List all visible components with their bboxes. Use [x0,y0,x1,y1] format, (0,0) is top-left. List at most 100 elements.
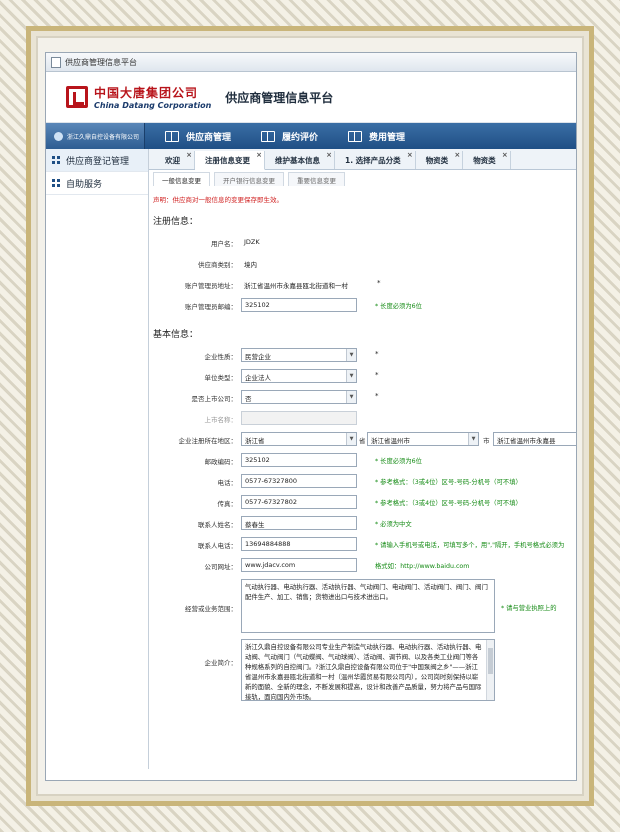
scrollbar-thumb[interactable] [488,648,493,674]
textarea-scrollbar[interactable] [486,640,494,700]
close-icon[interactable]: × [186,151,192,159]
close-icon[interactable]: × [407,151,413,159]
tab-label: 注册信息变更 [205,155,250,165]
fax-label: 传真： [217,500,238,508]
tab-label: 1. 选择产品分类 [345,155,401,165]
tab-maintain-basic-info[interactable]: 维护基本信息 × [265,151,335,169]
contact-name-label: 联系人姓名： [198,521,237,529]
business-scope-textarea[interactable]: 气动执行器、电动执行器、活动执行器、气动阀门、电动阀门、活动阀门、阀门、阀门配件… [241,579,495,633]
listed-name-label: 上市名称： [204,416,238,424]
sidebar-item-label: 供应商登记管理 [66,156,130,167]
province-select[interactable]: 浙江省 ▼ [241,432,357,446]
top-navbar: 浙江久鼎自控设备有限公司 供应商管理 履约评价 费用管理 [46,123,576,149]
current-user[interactable]: 浙江久鼎自控设备有限公司 [46,123,145,149]
sidebar-item-self-service[interactable]: 自助服务 [46,172,148,195]
close-icon[interactable]: × [326,151,332,159]
province-suffix: 省 [359,437,366,445]
chevron-down-icon[interactable]: ▼ [346,433,356,445]
phone-input[interactable]: 0577-67327800 [241,474,357,488]
subtab-general-change[interactable]: 一般信息变更 [153,172,210,186]
required-star: * [377,279,381,287]
row-website: 公司网址： www.jdacv.com 格式如：http://www.baidu… [149,556,576,577]
close-icon[interactable]: × [256,151,262,159]
row-business-scope: 经营或业务范围： 气动执行器、电动执行器、活动执行器、气动阀门、电动阀门、活动阀… [149,577,576,637]
company-name-en: China Datang Corporation [94,101,212,110]
county-select[interactable]: 浙江省温州市永嘉县 [493,432,576,446]
row-phone: 电话： 0577-67327800 * 参考格式：（3或4位）区号-号码-分机号… [149,472,576,493]
header-banner: 中国大唐集团公司 China Datang Corporation 供应商管理信… [46,72,576,123]
sidebar-item-supplier-registration[interactable]: 供应商登记管理 [46,149,148,172]
row-region: 企业注册所在地区： 浙江省 ▼ 省 浙江省温州市 ▼ 市 浙江省温州市永嘉县 [149,430,576,451]
subtab-bank-change[interactable]: 开户银行信息变更 [214,172,284,186]
contact-name-input[interactable]: 蔡春生 [241,516,357,530]
browser-window: 供应商管理信息平台 中国大唐集团公司 China Datang Corporat… [45,52,577,781]
chevron-down-icon[interactable]: ▼ [468,433,478,445]
county-value: 浙江省温州市永嘉县 [497,437,556,445]
postcode-input[interactable]: 325102 [241,453,357,467]
admin-address-value: 浙江省温州市永嘉县瓯北街道和一村 [244,282,348,290]
username-value: JDZK [244,238,260,246]
nav-label: 费用管理 [369,132,406,143]
listed-select[interactable]: 否 ▼ [241,390,357,404]
supplier-type-label: 供应商类别： [198,261,237,269]
unit-type-select[interactable]: 企业法人 ▼ [241,369,357,383]
nature-value: 民营企业 [245,353,271,361]
tab-select-product-category[interactable]: 1. 选择产品分类 × [335,151,416,169]
subtab-important-change[interactable]: 重要信息变更 [288,172,345,186]
row-postcode: 邮政编码： 325102 * 长度必须为6位 [149,451,576,472]
fax-input[interactable]: 0577-67327802 [241,495,357,509]
close-icon[interactable]: × [502,151,508,159]
website-hint: 格式如：http://www.baidu.com [375,563,470,570]
nav-performance-evaluation[interactable]: 履约评价 [261,130,318,143]
row-listed-name: 上市名称： [149,409,576,430]
tab-welcome[interactable]: 欢迎 × [149,151,195,169]
platform-title: 供应商管理信息平台 [225,90,334,105]
nature-label: 企业性质： [204,353,238,361]
company-intro-text: 浙江久鼎自控设备有限公司专业生产制造气动执行器、电动执行器、活动执行器、电动阀、… [245,643,482,701]
page-icon [51,56,61,68]
window-title: 供应商管理信息平台 [65,57,137,67]
contact-phone-input[interactable]: 13694884888 [241,537,357,551]
nav-label: 供应商管理 [186,132,232,143]
chevron-down-icon[interactable]: ▼ [346,349,356,361]
chevron-down-icon[interactable]: ▼ [346,391,356,403]
row-contact-phone: 联系人电话： 13694884888 * 请输入手机号或电话，可填写多个，用",… [149,535,576,556]
listed-value: 否 [245,395,252,403]
book-icon [261,130,276,142]
phone-hint: * 参考格式：（3或4位）区号-号码-分机号（可不填） [375,479,522,486]
current-user-name: 浙江久鼎自控设备有限公司 [67,133,140,141]
unit-type-label: 单位类型： [204,374,238,382]
admin-postcode-input[interactable]: 325102 [241,298,357,312]
grid-icon [52,179,60,187]
tab-materials-1[interactable]: 物资类 × [416,151,464,169]
row-username: 用户名： JDZK [149,233,576,254]
website-input[interactable]: www.jdacv.com [241,558,357,572]
sidebar-item-label: 自助服务 [66,179,103,190]
row-admin-address: 账户管理员地址： 浙江省温州市永嘉县瓯北街道和一村 * [149,275,576,296]
nav-supplier-management[interactable]: 供应商管理 [165,130,231,143]
required-star: * [375,371,379,379]
province-value: 浙江省 [245,437,265,445]
admin-postcode-label: 账户管理员邮编： [185,303,237,311]
company-name: 中国大唐集团公司 China Datang Corporation [94,84,211,110]
main-content: 欢迎 × 注册信息变更 × 维护基本信息 × 1. 选择产品分类 × 物资类 ×… [149,149,576,769]
tab-label: 欢迎 [165,155,180,165]
company-intro-label: 企业简介： [204,659,238,667]
nav-fee-management[interactable]: 费用管理 [348,130,405,143]
fax-hint: * 参考格式：（3或4位）区号-号码-分机号（可不填） [375,500,522,507]
datang-logo-icon [66,86,88,108]
chevron-down-icon[interactable]: ▼ [346,370,356,382]
city-select[interactable]: 浙江省温州市 ▼ [367,432,479,446]
close-icon[interactable]: × [454,151,460,159]
row-admin-postcode: 账户管理员邮编： 325102 * 长度必须为6位 [149,296,576,317]
section-title-basic: 基本信息： [153,330,199,340]
nature-select[interactable]: 民营企业 ▼ [241,348,357,362]
tab-materials-2[interactable]: 物资类 × [463,151,511,169]
tab-label: 维护基本信息 [275,155,320,165]
company-intro-textarea[interactable]: 浙江久鼎自控设备有限公司专业生产制造气动执行器、电动执行器、活动执行器、电动阀、… [241,639,495,701]
business-scope-text: 气动执行器、电动执行器、活动执行器、气动阀门、电动阀门、活动阀门、阀门、阀门配件… [245,583,488,601]
listed-name-input[interactable] [241,411,357,425]
tab-label: 物资类 [473,155,496,165]
contact-name-hint: * 必须为中文 [375,521,412,528]
tab-registration-change[interactable]: 注册信息变更 × [195,151,265,170]
